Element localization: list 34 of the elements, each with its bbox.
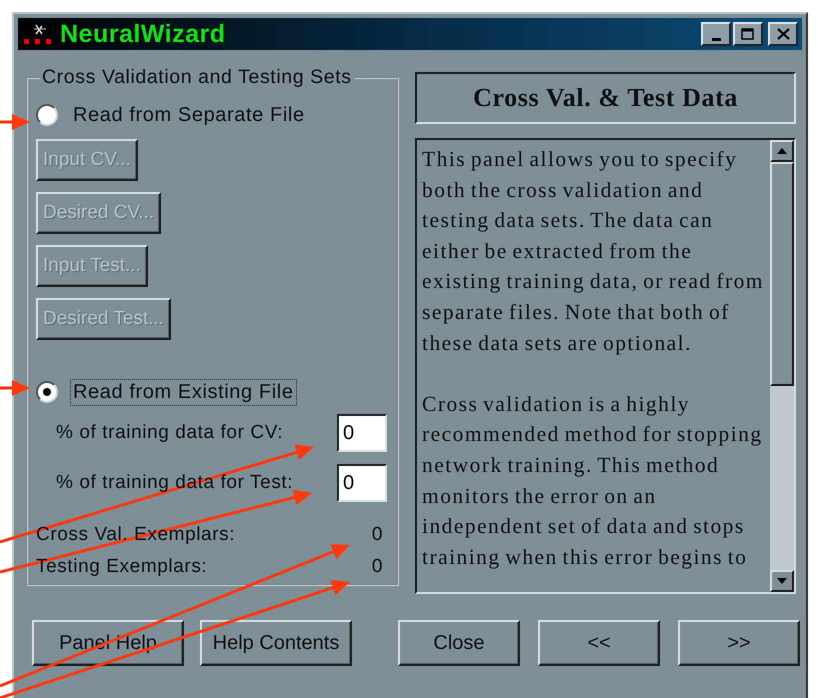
dialog-button[interactable]: Close (398, 620, 520, 666)
percent-field[interactable]: 0 (337, 414, 388, 452)
radio-button[interactable] (36, 104, 58, 126)
window-title: NeuralWizard (60, 20, 226, 48)
scrollbar[interactable] (770, 140, 794, 592)
panel-heading: Cross Val. & Test Data (415, 72, 796, 124)
up-arrow-icon (777, 148, 787, 154)
annotation-arrow (0, 114, 30, 130)
scroll-up-button[interactable] (770, 140, 794, 162)
maximize-button[interactable] (733, 22, 763, 46)
percent-field[interactable]: 0 (337, 464, 388, 502)
count-value: 0 (372, 556, 384, 578)
dialog-button[interactable]: Help Contents (200, 620, 352, 666)
scroll-thumb[interactable] (770, 162, 794, 386)
annotation-arrow (0, 380, 30, 396)
scroll-down-button[interactable] (770, 570, 794, 592)
help-paragraph: This panel allows you to specify both the cross validation and testing data sets. The data can either be extracted from the existing training data, or read from separate files. Note that both of these data sets are optional. (422, 146, 765, 357)
field-label: % of training data for CV: (56, 422, 284, 444)
minimize-button[interactable] (701, 22, 731, 46)
radio-label[interactable]: Read from Separate File (70, 102, 308, 128)
maximize-icon (741, 28, 755, 40)
count-value: 0 (372, 524, 384, 546)
dialog-button[interactable]: >> (678, 620, 800, 666)
help-paragraph: Cross validation is a highly recommended method for stopping network training. This method monitors the error on an independent set of data and stops training when this error begins to (422, 390, 764, 571)
radio-label[interactable]: Read from Existing File (70, 378, 297, 406)
minimize-icon (712, 38, 720, 40)
count-label: Testing Exemplars: (36, 556, 208, 578)
down-arrow-icon (777, 578, 787, 584)
close-button[interactable] (768, 22, 798, 46)
radio-button[interactable] (36, 381, 58, 403)
close-icon (776, 28, 790, 40)
dialog-button[interactable]: << (538, 620, 660, 666)
count-label: Cross Val. Exemplars: (36, 524, 236, 546)
group-title: Cross Validation and Testing Sets (41, 66, 353, 89)
